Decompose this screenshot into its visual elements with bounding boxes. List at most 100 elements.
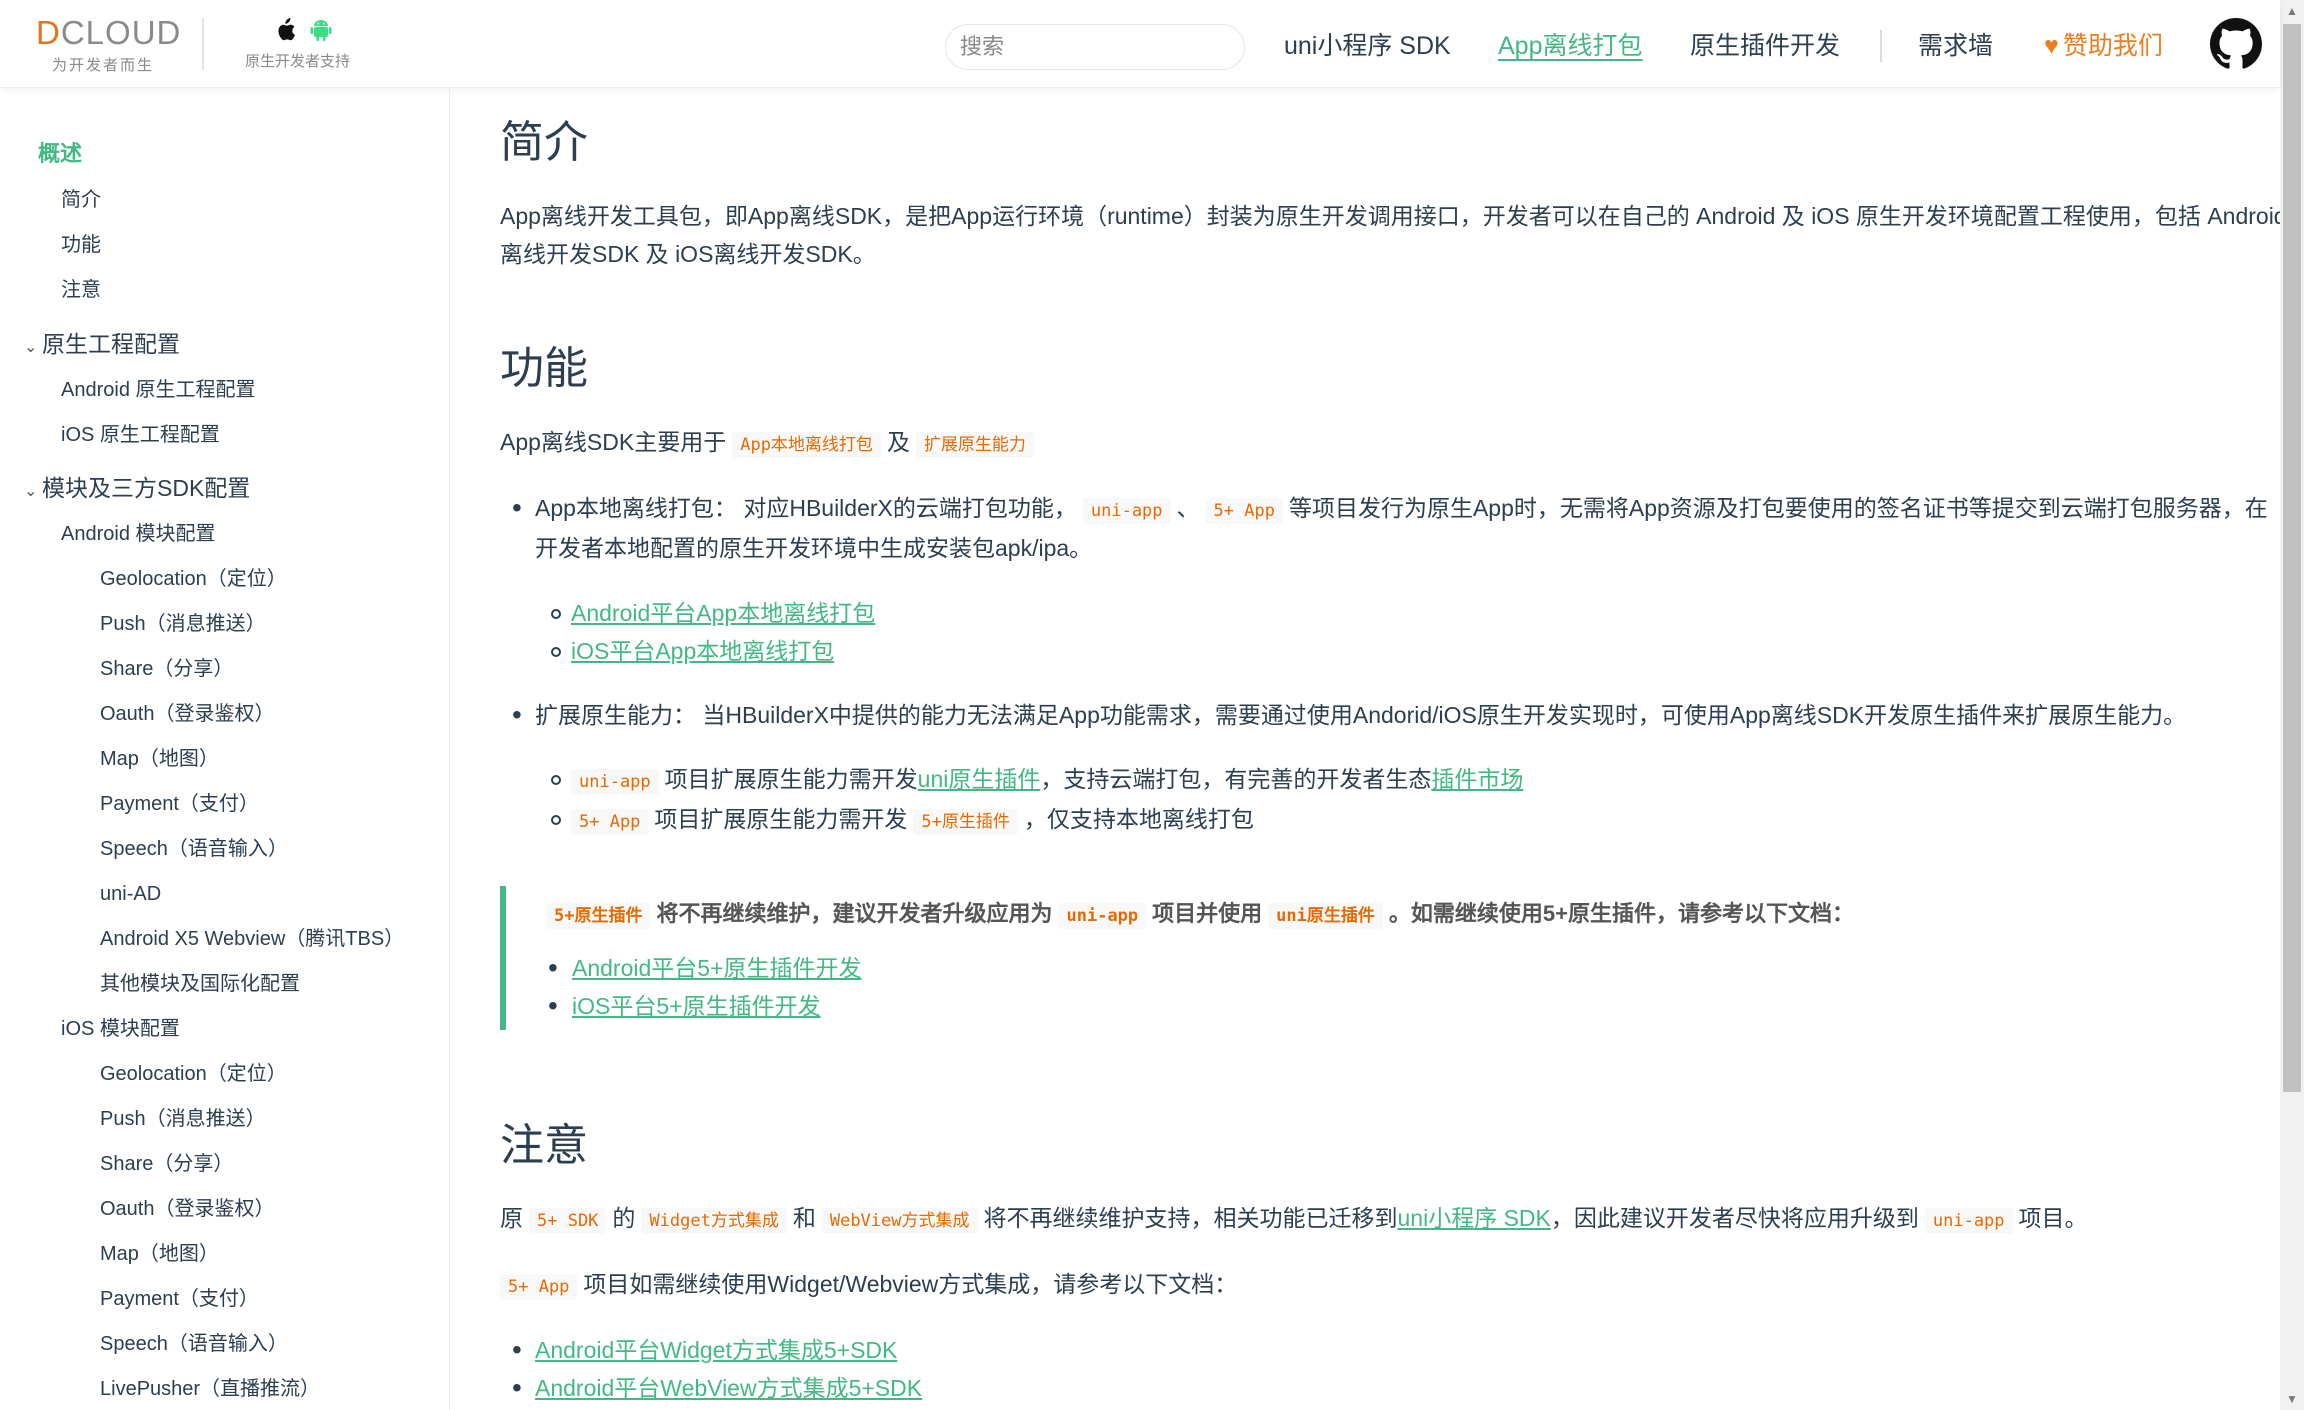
main-content: 简介 App离线开发工具包，即App离线SDK，是把App运行环境（runtim… (500, 89, 2287, 1410)
sidebar-android-push[interactable]: Push（消息推送） (100, 609, 410, 639)
scroll-up-arrow-icon[interactable]: ▲ (2280, 0, 2304, 22)
platform-icons (274, 18, 333, 49)
github-icon[interactable] (2210, 18, 2262, 70)
sidebar-android-uniad[interactable]: uni-AD (100, 879, 410, 909)
nav-divider (1880, 30, 1882, 62)
tip-segment: 项目并使用 (1152, 901, 1263, 926)
sub-bullet-text: ，支持云端打包，有完善的开发者生态 (1040, 766, 1432, 792)
sidebar-item-ios-native-config[interactable]: iOS 原生工程配置 (61, 420, 220, 450)
inline-code: App本地离线打包 (732, 432, 881, 458)
scroll-down-arrow-icon[interactable]: ▼ (2280, 1388, 2304, 1410)
sidebar-ios-push[interactable]: Push（消息推送） (100, 1104, 410, 1134)
inline-code: 5+ App (571, 809, 649, 835)
inline-code: 5+ SDK (529, 1208, 607, 1234)
bullet-offline-packaging: App本地离线打包： 对应HBuilderX的云端打包功能， uni-app、 5+… (535, 489, 2268, 530)
chevron-down-icon: ⌄ (24, 339, 38, 356)
link-android-5plus-plugin[interactable]: Android平台5+原生插件开发 (572, 949, 862, 987)
inline-code: uni-app (1082, 498, 1171, 524)
inline-code: 5+原生插件 (546, 903, 651, 929)
nav-native-plugin-dev[interactable]: 原生插件开发 (1690, 30, 1840, 62)
notes-segment: 项目如需继续使用Widget/Webview方式集成，请参考以下文档： (583, 1271, 1238, 1297)
tip-text: 5+原生插件 将不再继续维护，建议开发者升级应用为 uni-app 项目并使用 uni原… (546, 896, 1854, 934)
link-ios-5plus-plugin[interactable]: iOS平台5+原生插件开发 (572, 987, 821, 1025)
link-plugin-market[interactable]: 插件市场 (1431, 766, 1523, 792)
nav-donate[interactable]: ♥ 赞助我们 (2044, 30, 2163, 62)
bullet-label: 扩展原生能力： (535, 702, 696, 728)
notes-segment: 原 (500, 1205, 523, 1231)
sidebar-ios-livepusher[interactable]: LivePusher（直播推流） (100, 1374, 410, 1404)
dcloud-logo[interactable]: DCLOUD 为开发者而生 (36, 14, 186, 74)
bullet-text: 对应HBuilderX的云端打包功能， (743, 495, 1077, 521)
link-uni-native-plugin[interactable]: uni原生插件 (918, 766, 1041, 792)
sidebar-ios-map[interactable]: Map（地图） (100, 1239, 410, 1269)
features-lead-text: App离线SDK主要用于 (500, 429, 727, 455)
link-ios-offline-packaging[interactable]: iOS平台App本地离线打包 (571, 632, 834, 670)
sidebar-android-share[interactable]: Share（分享） (100, 654, 410, 684)
bullet-dot: • (512, 492, 522, 523)
inline-code: uni-app (571, 769, 659, 795)
sidebar-ios-oauth[interactable]: Oauth（登录鉴权） (100, 1194, 410, 1224)
bullet-label: App本地离线打包： (535, 495, 737, 521)
notes-segment: 将不再继续维护支持，相关功能已迁移到 (983, 1205, 1398, 1231)
logo-text: DCLOUD (36, 14, 181, 52)
sidebar-item-ios-modules[interactable]: iOS 模块配置 (61, 1014, 180, 1044)
notes-segment: 项目。 (2018, 1205, 2088, 1231)
scrollbar-thumb[interactable] (2283, 24, 2301, 1092)
sidebar-item-android-modules[interactable]: Android 模块配置 (61, 519, 216, 549)
logo-wordmark: CLOUD (60, 14, 182, 51)
heading-intro: 简介 (500, 118, 588, 167)
nav-feature-wall[interactable]: 需求墙 (1918, 30, 1993, 62)
heading-notes: 注意 (500, 1121, 588, 1170)
inline-code: uni原生插件 (1268, 903, 1383, 929)
tip-segment: 将不再继续维护，建议开发者升级应用为 (656, 901, 1053, 926)
sidebar-ios-share[interactable]: Share（分享） (100, 1149, 410, 1179)
sidebar-android-oauth[interactable]: Oauth（登录鉴权） (100, 699, 410, 729)
link-android-widget-5plus-sdk[interactable]: Android平台Widget方式集成5+SDK (535, 1331, 897, 1369)
nav-app-offline-packaging[interactable]: App离线打包 (1498, 30, 1642, 62)
page-scrollbar[interactable]: ▲ ▼ (2280, 0, 2304, 1410)
sidebar-ios-payment[interactable]: Payment（支付） (100, 1284, 410, 1314)
deprecation-tip: 5+原生插件 将不再继续维护，建议开发者升级应用为 uni-app 项目并使用 uni原… (500, 886, 2260, 1030)
sidebar-group-modules-sdk[interactable]: ⌄ 模块及三方SDK配置 (24, 473, 250, 507)
sidebar-item-features[interactable]: 功能 (61, 230, 101, 260)
inline-code: 扩展原生能力 (915, 432, 1034, 458)
heart-icon: ♥ (2044, 32, 2059, 60)
sidebar-group-label: 模块及三方SDK配置 (42, 475, 251, 501)
sidebar-android-x5-webview[interactable]: Android X5 Webview（腾讯TBS） (100, 924, 410, 954)
sidebar: 概述 简介 功能 注意 ⌄ 原生工程配置 Android 原生工程配置 iOS 原… (0, 89, 450, 1410)
sidebar-overview[interactable]: 概述 (38, 139, 82, 169)
chevron-down-icon: ⌄ (24, 483, 38, 500)
intro-paragraph-line2: 离线开发SDK 及 iOS离线开发SDK。 (500, 241, 876, 267)
sidebar-android-other-modules[interactable]: 其他模块及国际化配置 (100, 969, 410, 999)
sidebar-android-payment[interactable]: Payment（支付） (100, 789, 410, 819)
bullet-circle (551, 815, 561, 825)
sub-bullet-text: ，仅支持本地离线打包 (1023, 806, 1254, 832)
link-uni-mini-sdk[interactable]: uni小程序 SDK (1398, 1205, 1551, 1231)
search-input[interactable] (945, 24, 1245, 70)
bullet-offline-packaging-line2: 开发者本地配置的原生开发环境中生成安装包apk/ipa。 (535, 535, 1093, 561)
native-developer-support[interactable]: 原生开发者支持 (242, 16, 372, 72)
sidebar-item-android-native-config[interactable]: Android 原生工程配置 (61, 375, 256, 405)
notes-paragraph: 原 5+ SDK 的 Widget方式集成和 WebView方式集成 将不再继续维护支持，… (500, 1199, 2088, 1240)
features-and: 及 (886, 429, 910, 455)
sub-bullet-uniapp: uni-app 项目扩展原生能力需开发uni原生插件，支持云端打包，有完善的开发者… (571, 760, 1523, 801)
bullet-text: 当HBuilderX中提供的能力无法满足App功能需求，需要通过使用Andori… (702, 702, 2187, 728)
notes-segment: ，因此建议开发者尽快将应用升级到 (1550, 1205, 1919, 1231)
sidebar-android-map[interactable]: Map（地图） (100, 744, 410, 774)
sidebar-item-notes[interactable]: 注意 (61, 275, 101, 305)
sidebar-ios-geolocation[interactable]: Geolocation（定位） (100, 1059, 410, 1089)
sidebar-android-speech[interactable]: Speech（语音输入） (100, 834, 410, 864)
bullet-dot: • (512, 1334, 522, 1365)
bullet-dot: • (512, 1372, 522, 1403)
android-icon (309, 20, 333, 48)
bullet-dot: • (548, 952, 558, 983)
link-android-webview-5plus-sdk[interactable]: Android平台WebView方式集成5+SDK (535, 1369, 922, 1407)
sidebar-item-intro[interactable]: 简介 (61, 185, 101, 215)
heading-features: 功能 (500, 344, 588, 393)
link-android-offline-packaging[interactable]: Android平台App本地离线打包 (571, 594, 875, 632)
sub-bullet-text: 项目扩展原生能力需开发 (664, 766, 918, 792)
sidebar-group-native-project[interactable]: ⌄ 原生工程配置 (24, 329, 180, 363)
sidebar-android-geolocation[interactable]: Geolocation（定位） (100, 564, 410, 594)
sidebar-ios-speech[interactable]: Speech（语音输入） (100, 1329, 410, 1359)
nav-uni-mini-sdk[interactable]: uni小程序 SDK (1284, 30, 1451, 62)
